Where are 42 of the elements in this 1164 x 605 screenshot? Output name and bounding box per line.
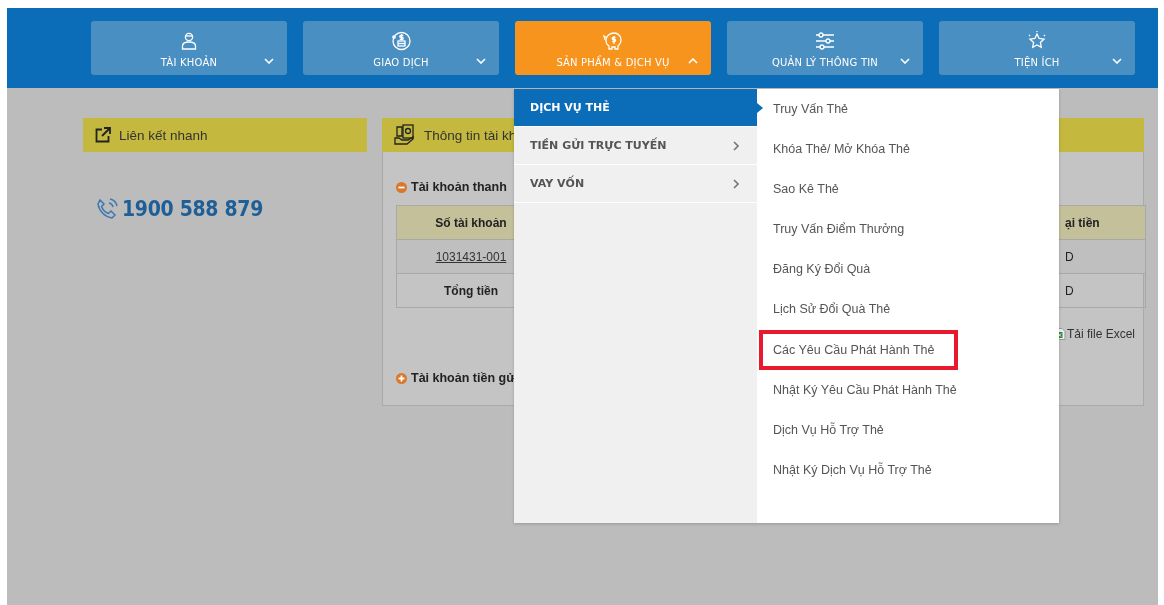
menu-item[interactable]: Khóa Thẻ/ Mở Khóa Thẻ (759, 129, 924, 169)
nav-tab[interactable]: QUẢN LÝ THÔNG TIN (727, 21, 923, 75)
menu-item[interactable]: Các Yêu Cầu Phát Hành Thẻ (759, 330, 959, 370)
menu-item[interactable]: Nhật Ký Dịch Vụ Hỗ Trợ Thẻ (759, 450, 946, 490)
table-cell: D (1065, 283, 1074, 298)
coins-icon (391, 30, 411, 51)
panel-title: Liên kết nhanh (119, 127, 208, 143)
piggy-bank-icon (602, 30, 624, 51)
section-title[interactable]: Tài khoản thanh (411, 180, 507, 194)
chevron-right-icon (733, 178, 739, 189)
column-header: ại tiền (1065, 215, 1100, 230)
chevron-down-icon (1112, 58, 1122, 64)
account-link[interactable]: 1031431-001 (435, 249, 507, 264)
section-title[interactable]: Tài khoản tiền gử (411, 371, 516, 385)
chevron-down-icon (476, 58, 486, 64)
pointer-icon (757, 103, 763, 113)
chevron-down-icon (264, 58, 274, 64)
nav-tab[interactable]: GIAO DỊCH (303, 21, 499, 75)
table-cell: Tổng tiền (444, 283, 498, 298)
chevron-down-icon (900, 58, 910, 64)
menu-item[interactable]: Dịch Vụ Hỗ Trợ Thẻ (759, 410, 898, 450)
nav-tab[interactable]: TÀI KHOẢN (91, 21, 287, 75)
star-icon (1027, 30, 1047, 51)
user-icon (181, 31, 197, 50)
menu-item[interactable]: Truy Vấn Điểm Thưởng (759, 209, 919, 249)
chevron-up-icon (688, 58, 698, 64)
external-link-icon (95, 127, 111, 143)
export-excel-link[interactable]: Tải file Excel (1066, 327, 1135, 341)
menu-category[interactable]: DỊCH VỤ THẺ (514, 89, 757, 127)
phone-icon (95, 197, 119, 221)
table-cell: D (1065, 249, 1074, 264)
hotline-number[interactable]: 1900 588 879 (122, 197, 263, 221)
money-hand-icon (394, 124, 416, 146)
menu-item[interactable]: Nhật Ký Yêu Cầu Phát Hành Thẻ (759, 370, 971, 410)
menu-item[interactable]: Lịch Sử Đổi Quà Thẻ (759, 289, 905, 329)
menu-item[interactable]: Truy Vấn Thẻ (759, 89, 863, 129)
nav-tab[interactable]: TIỆN ÍCH (939, 21, 1135, 75)
column-header: Số tài khoản (435, 215, 507, 230)
menu-item[interactable]: Đăng Ký Đổi Quà (759, 249, 885, 289)
menu-item[interactable]: Sao Kê Thẻ (759, 169, 853, 209)
sliders-icon (815, 31, 835, 50)
chevron-right-icon (733, 140, 739, 151)
